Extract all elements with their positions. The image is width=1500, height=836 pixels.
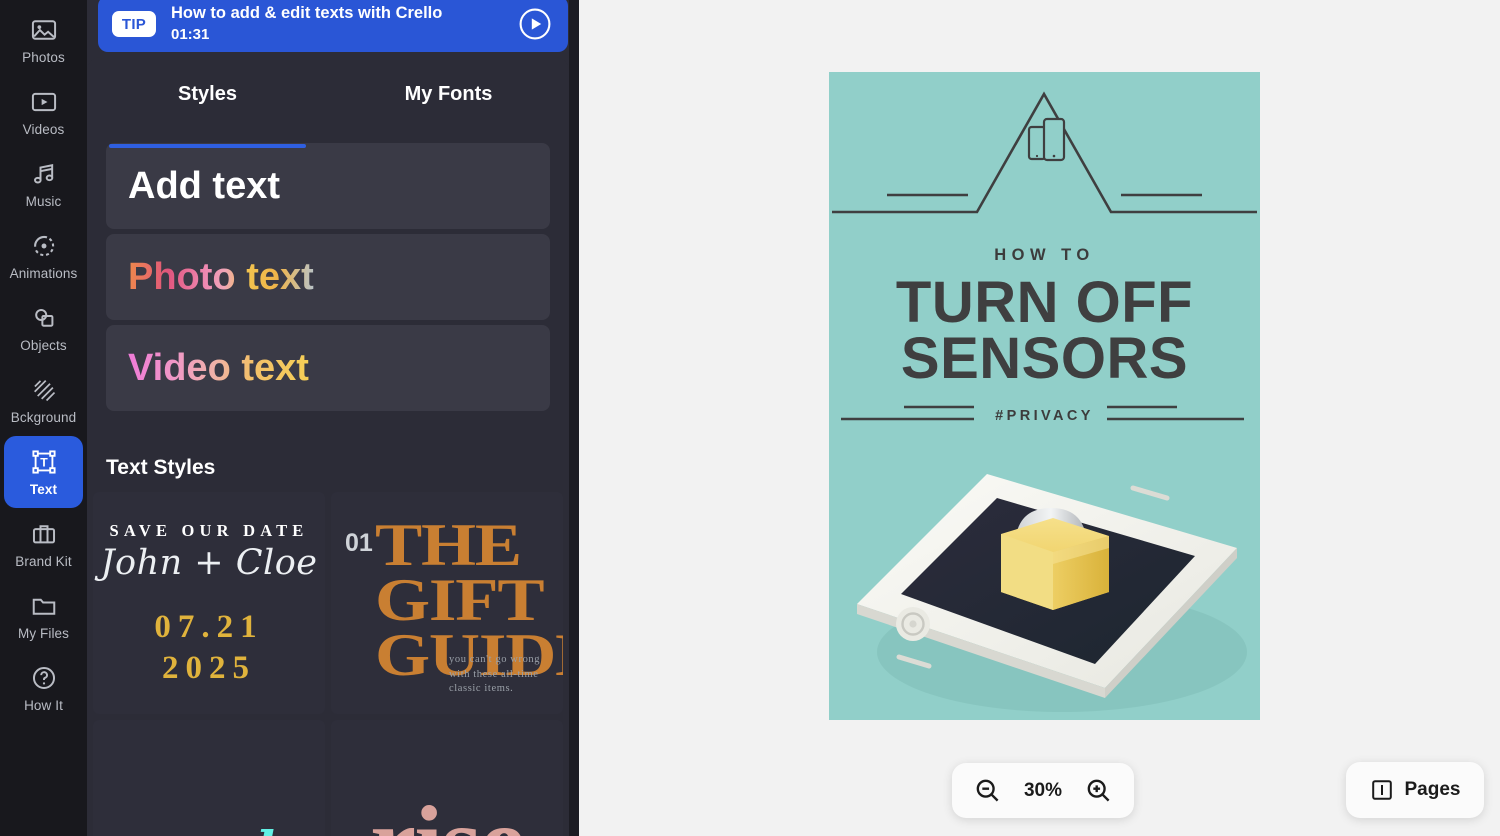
style-names-text: John + Cloe <box>100 543 318 584</box>
pages-label: Pages <box>1404 779 1461 800</box>
poster-headline-1: TURN OFF <box>895 270 1194 335</box>
style-sub1: you can't go wrong <box>449 654 541 666</box>
tab-active-underline <box>350 144 547 148</box>
zoom-out-icon[interactable] <box>974 777 1001 804</box>
videos-icon <box>29 88 59 116</box>
sidebar-item-label: Photos <box>22 49 65 65</box>
tip-title: How to add & edit texts with Crello <box>171 4 443 23</box>
tab-label: My Fonts <box>404 83 493 105</box>
pages-button[interactable]: Pages <box>1346 762 1484 818</box>
sidebar-item-label: Bckground <box>10 409 77 425</box>
style-number: 01 <box>345 529 373 557</box>
style-date-line2: 2025 <box>162 650 256 686</box>
sidebar-item-label: How It <box>24 697 63 713</box>
sidebar-item-label: Animations <box>9 265 78 281</box>
sidebar-item-objects[interactable]: Objects <box>4 292 83 364</box>
tip-badge: TIP <box>112 11 156 37</box>
sidebar-item-label: Text <box>29 481 58 497</box>
sidebar-item-animations[interactable]: Animations <box>4 220 83 292</box>
animations-icon <box>29 232 59 260</box>
zoom-control-bar: 30% <box>952 763 1134 818</box>
sidebar-item-my-files[interactable]: My Files <box>4 580 83 652</box>
play-circle-icon[interactable] <box>518 7 552 41</box>
preset-label: Add text <box>128 165 280 207</box>
text-icon: T <box>29 448 59 476</box>
help-icon <box>29 664 59 692</box>
design-canvas[interactable]: HOW TO TURN OFF SENSORS #PRIVACY <box>829 72 1260 720</box>
tab-styles[interactable]: Styles <box>87 83 328 148</box>
pages-icon <box>1370 778 1394 802</box>
left-sidebar: Photos Videos Music Animations Objects B… <box>0 0 87 836</box>
style-line1: THE <box>375 512 522 578</box>
tab-my-fonts[interactable]: My Fonts <box>328 83 569 143</box>
style-card-save-the-date[interactable]: SAVE OUR DATE John + Cloe 07.21 2025 <box>93 492 325 714</box>
preset-video-text[interactable]: Video text <box>106 325 550 411</box>
sidebar-item-videos[interactable]: Videos <box>4 76 83 148</box>
sidebar-item-background[interactable]: Bckground <box>4 364 83 436</box>
panel-scroll-edge[interactable] <box>569 0 579 836</box>
style-sub3: classic items. <box>449 682 514 694</box>
style-text: on sale <box>113 820 305 836</box>
music-icon <box>29 160 59 188</box>
poster-eyebrow: HOW TO <box>994 246 1095 264</box>
svg-text:T: T <box>40 455 48 469</box>
panel-body: Styles My Fonts Add text Photo text Vide… <box>87 57 569 836</box>
style-text: rise <box>370 791 526 836</box>
style-top-text: SAVE OUR DATE <box>109 521 309 541</box>
tab-active-underline <box>109 144 306 148</box>
tip-duration: 01:31 <box>171 26 210 44</box>
sidebar-item-how-it-works[interactable]: How It <box>4 652 83 724</box>
preset-add-text[interactable]: Add text <box>106 143 550 229</box>
text-presets: Add text Photo text Video text <box>87 143 569 411</box>
style-date-line1: 07.21 <box>154 609 264 646</box>
sidebar-item-music[interactable]: Music <box>4 148 83 220</box>
sidebar-item-label: My Files <box>17 625 70 641</box>
preset-label: Video text <box>128 347 309 389</box>
text-panel: TIP How to add & edit texts with Crello … <box>87 0 579 836</box>
tip-text: How to add & edit texts with Crello 01:3… <box>171 3 518 44</box>
sidebar-item-label: Brand Kit <box>15 553 72 569</box>
background-icon <box>29 376 59 404</box>
objects-icon <box>29 304 59 332</box>
style-card-on-sale[interactable]: on sale <box>93 720 325 836</box>
zoom-level-value: 30% <box>1023 779 1063 801</box>
photos-icon <box>29 16 59 44</box>
style-sub2: with these all-time <box>449 668 539 680</box>
style-line2: GIFT <box>375 567 545 634</box>
text-styles-grid: SAVE OUR DATE John + Cloe 07.21 2025 01 … <box>87 492 569 836</box>
panel-tabs: Styles My Fonts <box>87 57 569 148</box>
briefcase-icon <box>29 520 59 548</box>
style-card-rise[interactable]: rise e <box>331 720 563 836</box>
text-styles-heading: Text Styles <box>106 456 216 479</box>
isometric-phone-with-padlock-illustration <box>857 474 1247 712</box>
tab-label: Styles <box>178 83 237 105</box>
poster-headline-2: SENSORS <box>900 326 1189 391</box>
sidebar-item-brand-kit[interactable]: Brand Kit <box>4 508 83 580</box>
preset-label: Photo text <box>128 256 314 298</box>
canvas-workspace: HOW TO TURN OFF SENSORS #PRIVACY 30% Pag… <box>579 0 1500 836</box>
sidebar-item-photos[interactable]: Photos <box>4 4 83 76</box>
tip-banner[interactable]: TIP How to add & edit texts with Crello … <box>98 0 568 52</box>
folder-icon <box>29 592 59 620</box>
zoom-in-icon[interactable] <box>1085 777 1112 804</box>
sidebar-item-label: Objects <box>20 337 67 353</box>
style-card-gift-guide[interactable]: 01 THE GIFT GUIDE you can't go wrong wit… <box>331 492 563 714</box>
poster-hashtag: #PRIVACY <box>995 408 1094 424</box>
sidebar-item-label: Music <box>25 193 62 209</box>
preset-photo-text[interactable]: Photo text <box>106 234 550 320</box>
sidebar-item-text[interactable]: T Text <box>4 436 83 508</box>
sidebar-item-label: Videos <box>22 121 65 137</box>
